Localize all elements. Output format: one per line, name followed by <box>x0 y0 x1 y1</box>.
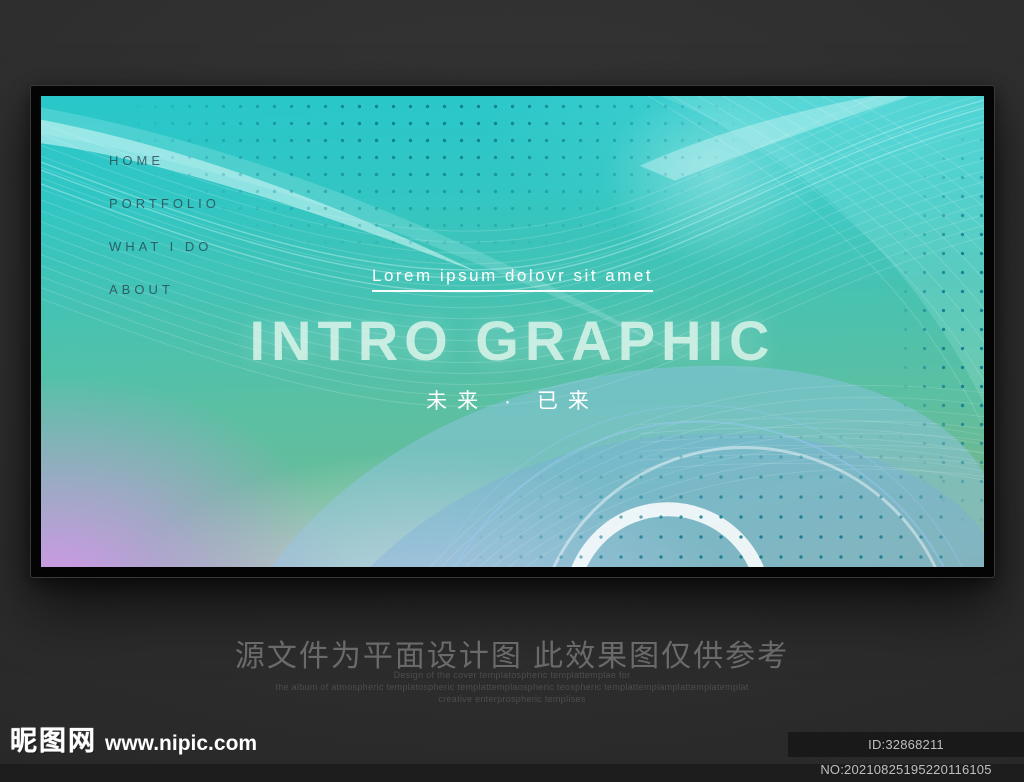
image-id-badge: ID:32868211 NO:20210825195220116105 <box>788 732 1024 777</box>
page-background: HOME PORTFOLIO WHAT I DO ABOUT Lorem ips… <box>0 0 1024 777</box>
nav-item-what-i-do[interactable]: WHAT I DO <box>109 239 220 254</box>
disclaimer-text-en: Design of the cover templatospheric temp… <box>0 669 1024 705</box>
poster-center-block: Lorem ipsum dolovr sit amet INTRO GRAPHI… <box>41 266 984 415</box>
poster-subtitle: 未来 · 已来 <box>426 390 599 413</box>
disclaimer-line: the album of atmospheric templatospheric… <box>275 682 749 692</box>
poster-canvas: HOME PORTFOLIO WHAT I DO ABOUT Lorem ips… <box>41 96 984 567</box>
tagline-link[interactable]: Lorem ipsum dolovr sit amet <box>371 266 654 292</box>
site-url: www.nipic.com <box>105 732 258 755</box>
poster-title: INTRO GRAPHIC <box>249 309 776 372</box>
nav-item-portfolio[interactable]: PORTFOLIO <box>109 196 220 211</box>
disclaimer-line: creative enterprospheric templises <box>438 694 586 704</box>
disclaimer-line: Design of the cover templatospheric temp… <box>393 670 631 680</box>
site-logo-cn: 昵图网 <box>10 726 97 756</box>
nav-item-home[interactable]: HOME <box>109 153 220 168</box>
poster-frame: HOME PORTFOLIO WHAT I DO ABOUT Lorem ips… <box>30 85 995 578</box>
site-logo[interactable]: 昵图网 www.nipic.com <box>10 719 257 758</box>
